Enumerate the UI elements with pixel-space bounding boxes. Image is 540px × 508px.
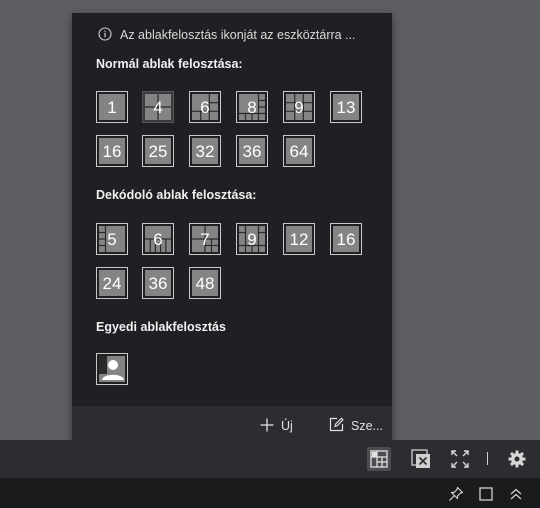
layout-normal-8-icon: 8 [239,94,265,120]
layout-normal-16-icon: 16 [99,138,125,164]
normal-layout-title: Normál ablak felosztása: [96,57,243,71]
custom-layout-button[interactable] [96,353,128,385]
layout-decoder-5-label: 5 [107,229,117,249]
toolbar-divider [487,452,488,465]
hint-text: Az ablakfelosztás ikonját az eszköztárra… [120,28,356,42]
layout-decoder-9-icon: 9 [239,226,265,252]
collapse-icon[interactable] [504,482,528,506]
layout-normal-4[interactable]: 4 [142,91,174,123]
layout-decoder-16-label: 16 [336,229,356,249]
layout-decoder-12[interactable]: 12 [283,223,315,255]
window-layout-popup: Az ablakfelosztás ikonját az eszköztárra… [72,13,392,446]
layout-decoder-7[interactable]: 7 [189,223,221,255]
layout-decoder-36[interactable]: 36 [142,267,174,299]
info-icon [98,26,112,44]
layout-normal-25[interactable]: 25 [142,135,174,167]
layout-normal-1-label: 1 [107,97,117,117]
layout-normal-9-label: 9 [294,97,304,117]
new-layout-button[interactable]: Új [260,417,293,435]
layout-normal-25-label: 25 [148,141,168,161]
window-statusbar [0,478,540,508]
layout-normal-13-icon: 13 [333,94,359,120]
layout-normal-8[interactable]: 8 [236,91,268,123]
layout-normal-16-label: 16 [102,141,122,161]
layout-normal-32-icon: 32 [192,138,218,164]
layout-decoder-48-label: 48 [195,273,215,293]
layout-decoder-48[interactable]: 48 [189,267,221,299]
plus-icon [260,418,274,435]
edit-icon [329,417,344,435]
maximize-icon[interactable] [474,482,498,506]
layout-decoder-5[interactable]: 5 [96,223,128,255]
layout-normal-25-icon: 25 [145,138,171,164]
layout-normal-64-label: 64 [289,141,309,161]
layout-decoder-24-label: 24 [102,273,122,293]
layout-decoder-9[interactable]: 9 [236,223,268,255]
hint-row: Az ablakfelosztás ikonját az eszköztárra… [98,26,388,44]
window-layout-icon[interactable] [367,447,391,471]
layout-decoder-12-label: 12 [289,229,309,249]
layout-normal-6-icon: 6 [192,94,218,120]
layout-decoder-12-icon: 12 [286,226,312,252]
layout-normal-64[interactable]: 64 [283,135,315,167]
layout-decoder-36-icon: 36 [145,270,171,296]
layout-normal-36[interactable]: 36 [236,135,268,167]
layout-decoder-9-label: 9 [247,229,257,249]
custom-layout-title: Egyedi ablakfelosztás [96,320,226,334]
layout-normal-64-icon: 64 [286,138,312,164]
layout-normal-13[interactable]: 13 [330,91,362,123]
layout-normal-9-icon: 9 [286,94,312,120]
layout-normal-6-label: 6 [200,97,210,117]
layout-decoder-7-icon: 7 [192,226,218,252]
layout-decoder-48-icon: 48 [192,270,218,296]
layout-decoder-6[interactable]: 6 [142,223,174,255]
layout-decoder-16-icon: 16 [333,226,359,252]
layout-decoder-36-label: 36 [148,273,168,293]
close-all-windows-icon[interactable] [409,447,433,471]
custom-layout-icon [99,356,125,382]
edit-layout-label: Sze... [351,419,383,433]
layout-normal-4-icon: 4 [145,94,171,120]
layout-normal-13-label: 13 [336,97,356,117]
layout-normal-1-icon: 1 [99,94,125,120]
layout-normal-32-label: 32 [195,141,215,161]
layout-normal-36-icon: 36 [239,138,265,164]
layout-normal-4-label: 4 [153,97,163,117]
layout-decoder-7-label: 7 [200,229,210,249]
layout-decoder-24[interactable]: 24 [96,267,128,299]
layout-normal-36-label: 36 [242,141,262,161]
layout-normal-16[interactable]: 16 [96,135,128,167]
layout-normal-9[interactable]: 9 [283,91,315,123]
fullscreen-icon[interactable] [448,447,472,471]
decoder-layout-title: Dekódoló ablak felosztása: [96,188,257,202]
layout-decoder-5-icon: 5 [99,226,125,252]
layout-decoder-6-icon: 6 [145,226,171,252]
layout-decoder-24-icon: 24 [99,270,125,296]
layout-normal-32[interactable]: 32 [189,135,221,167]
bottom-toolbar [0,440,540,478]
layout-normal-8-label: 8 [247,97,257,117]
pin-icon[interactable] [444,482,468,506]
layout-decoder-16[interactable]: 16 [330,223,362,255]
new-layout-label: Új [281,419,293,433]
layout-decoder-6-label: 6 [153,229,163,249]
layout-normal-1[interactable]: 1 [96,91,128,123]
edit-layout-button[interactable]: Sze... [329,417,383,435]
layout-normal-6[interactable]: 6 [189,91,221,123]
settings-icon[interactable] [505,447,529,471]
